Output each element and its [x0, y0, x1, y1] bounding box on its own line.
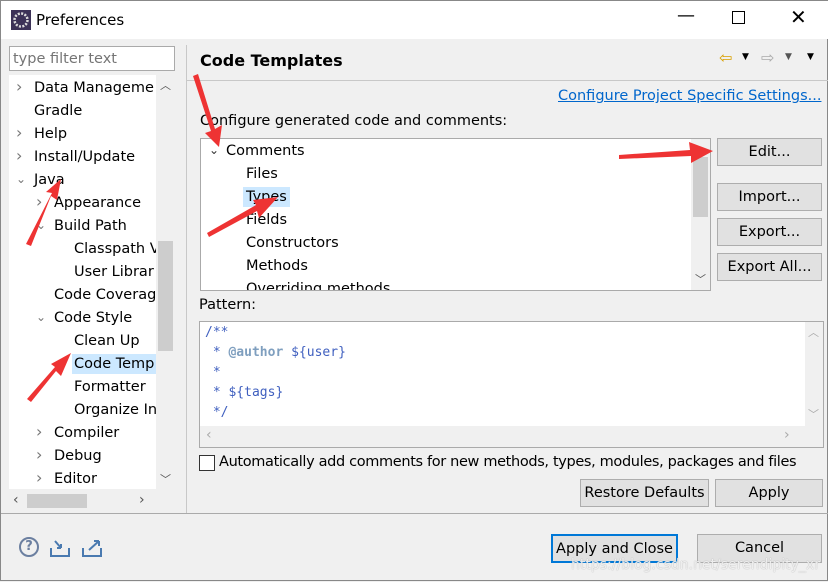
page-title: Code Templates — [200, 51, 343, 70]
maximize-button[interactable] — [732, 11, 745, 24]
eclipse-logo-icon — [11, 10, 31, 30]
sidebar-item[interactable]: Debug — [54, 446, 102, 466]
sidebar-item[interactable]: Java — [34, 170, 65, 190]
chevron-right-icon[interactable]: › — [36, 468, 42, 487]
templates-tree[interactable]: ︿ ﹀ ⌄ Comments Files Types Fields Constructor… — [200, 138, 711, 291]
pattern-editor[interactable]: ‹ › ︿ ﹀ /** * @author ${user} * * ${tags} … — [199, 321, 824, 448]
chevron-down-icon[interactable]: ⌄ — [36, 310, 46, 324]
pattern-horizontal-scrollbar[interactable]: ‹ › — [200, 426, 823, 447]
chevron-right-icon[interactable]: › — [36, 192, 42, 211]
code-token: ${user} — [283, 345, 346, 360]
arrow-annotation — [193, 74, 222, 147]
auto-comments-checkbox[interactable] — [199, 455, 215, 471]
back-icon[interactable]: ⇦ — [719, 48, 732, 67]
project-specific-settings-link[interactable]: Configure Project Specific Settings... — [558, 88, 821, 104]
forward-icon[interactable]: ⇨ — [761, 48, 774, 67]
chevron-down-icon[interactable]: ⌄ — [36, 218, 46, 232]
pattern-line: * @author ${user} — [205, 345, 346, 360]
pattern-line: * ${tags} — [205, 385, 283, 400]
template-item[interactable]: Fields — [246, 210, 287, 230]
divider — [186, 45, 187, 513]
sidebar-item[interactable]: Gradle — [34, 101, 82, 121]
pattern-line: /** — [205, 325, 228, 340]
tree-vertical-scrollbar[interactable]: ︿ ﹀ — [156, 75, 175, 489]
sidebar-item[interactable]: Install/Update — [34, 147, 135, 167]
sidebar-item[interactable]: Code Style — [54, 308, 132, 328]
code-token: * — [205, 345, 229, 360]
templates-scrollbar[interactable]: ︿ ﹀ — [691, 139, 710, 290]
import-button[interactable]: Import... — [717, 183, 822, 211]
description-label: Configure generated code and comments: — [200, 113, 508, 129]
scrollbar-thumb[interactable] — [158, 241, 173, 351]
code-token: @author — [228, 345, 284, 360]
pattern-line: * — [205, 365, 221, 380]
pattern-label: Pattern: — [199, 297, 257, 313]
export-all-button[interactable]: Export All... — [717, 253, 822, 281]
sidebar-item[interactable]: Help — [34, 124, 67, 144]
code-token: */ — [205, 405, 229, 420]
code-token: * — [205, 365, 221, 380]
chevron-right-icon[interactable]: › — [36, 422, 42, 441]
restore-defaults-button[interactable]: Restore Defaults — [580, 479, 709, 507]
pattern-vertical-scrollbar[interactable]: ︿ ﹀ — [805, 322, 823, 426]
template-item[interactable]: Types — [243, 187, 290, 207]
forward-dropdown-icon[interactable]: ▼ — [785, 52, 792, 62]
template-item[interactable]: Methods — [246, 256, 308, 276]
tree-horizontal-scrollbar[interactable]: ‹ › — [9, 491, 175, 511]
sidebar-item[interactable]: Data Manageme — [34, 78, 154, 98]
sidebar-item[interactable]: Editor — [54, 469, 97, 489]
sidebar-item[interactable]: User Librar — [74, 262, 154, 282]
import-preferences-icon[interactable] — [49, 538, 71, 558]
chevron-right-icon[interactable]: › — [16, 146, 22, 165]
scrollbar-thumb[interactable] — [693, 157, 708, 217]
chevron-right-icon[interactable]: › — [16, 77, 22, 96]
sidebar-item[interactable]: Code Temp — [72, 354, 156, 374]
back-dropdown-icon[interactable]: ▼ — [742, 52, 749, 62]
view-menu-icon[interactable]: ▼ — [807, 52, 814, 62]
help-icon[interactable]: ? — [19, 537, 39, 557]
footer-separator — [1, 513, 828, 514]
sidebar-item[interactable]: Appearance — [54, 193, 141, 213]
apply-button[interactable]: Apply — [715, 479, 823, 507]
template-item[interactable]: Comments — [226, 141, 305, 161]
scrollbar-thumb[interactable] — [27, 494, 87, 508]
sidebar-item[interactable]: Compiler — [54, 423, 119, 443]
code-token: * ${tags} — [205, 385, 284, 400]
chevron-right-icon[interactable]: › — [36, 445, 42, 464]
template-item[interactable]: Files — [246, 164, 278, 184]
watermark: https://blog.csdn.net/serendipity_xr — [571, 557, 820, 573]
sidebar-item[interactable]: Classpath V — [74, 239, 156, 259]
filter-input[interactable] — [9, 46, 175, 71]
close-button[interactable]: ✕ — [790, 5, 807, 29]
window-title: Preferences — [36, 11, 125, 29]
chevron-down-icon[interactable]: ⌄ — [209, 143, 219, 157]
export-preferences-icon[interactable] — [81, 538, 103, 558]
template-item[interactable]: Overriding methods — [246, 279, 390, 290]
title-bar: Preferences — ✕ — [1, 1, 828, 39]
pattern-line: */ — [205, 405, 229, 420]
edit-button[interactable]: Edit... — [717, 138, 822, 166]
sidebar-item[interactable]: Clean Up — [74, 331, 140, 351]
header-separator — [187, 80, 828, 81]
preferences-tree[interactable]: › Data Manageme Gradle › Help › Install/Update… — [9, 75, 156, 489]
sidebar-item[interactable]: Code Coverag — [54, 285, 156, 305]
sidebar-item[interactable]: Formatter — [74, 377, 146, 397]
chevron-down-icon[interactable]: ⌄ — [16, 172, 26, 186]
export-button[interactable]: Export... — [717, 218, 822, 246]
auto-comments-label[interactable]: Automatically add comments for new metho… — [219, 454, 797, 470]
code-token: /** — [205, 325, 229, 340]
minimize-button[interactable]: — — [677, 5, 695, 26]
template-item[interactable]: Constructors — [246, 233, 339, 253]
sidebar-item[interactable]: Organize In — [74, 400, 156, 420]
chevron-right-icon[interactable]: › — [16, 123, 22, 142]
sidebar-item[interactable]: Build Path — [54, 216, 127, 236]
